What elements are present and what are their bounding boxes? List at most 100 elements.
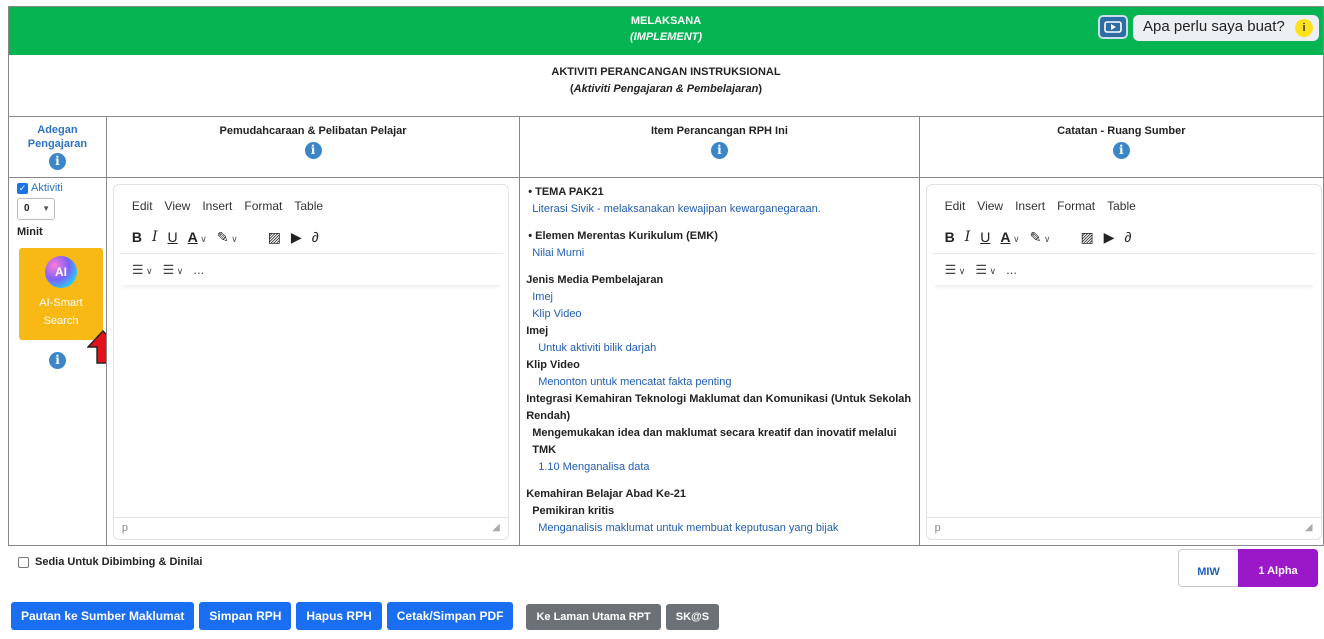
underline-icon[interactable]: U bbox=[980, 229, 990, 245]
minute-select[interactable]: 0 ▼ bbox=[17, 198, 55, 220]
info-icon[interactable]: i bbox=[49, 352, 66, 369]
rph-item: Imej bbox=[532, 291, 553, 303]
minit-label: Minit bbox=[17, 226, 43, 238]
section-heading: AKTIVITI PERANCANGAN INSTRUKSIONAL bbox=[551, 66, 781, 78]
rph-items-cell: • TEMA PAK21 Literasi Sivik - melaksanaka… bbox=[520, 178, 920, 545]
section-title: AKTIVITI PERANCANGAN INSTRUKSIONAL (Akti… bbox=[9, 55, 1323, 117]
col-catatan: Catatan - Ruang Sumber i bbox=[920, 117, 1323, 177]
menu-format[interactable]: Format bbox=[244, 199, 282, 223]
laman-utama-button[interactable]: Ke Laman Utama RPT bbox=[526, 604, 661, 630]
col-adegan-label-1: Adegan bbox=[37, 124, 78, 136]
bold-icon[interactable]: B bbox=[132, 229, 142, 245]
menu-table[interactable]: Table bbox=[1107, 199, 1136, 223]
main-panel: MELAKSANA (IMPLEMENT) Apa perlu saya bua… bbox=[8, 6, 1324, 546]
media-icon[interactable]: ▶ bbox=[1104, 229, 1115, 246]
image-icon[interactable]: ▨ bbox=[268, 229, 281, 246]
help-info-icon: i bbox=[1295, 19, 1313, 37]
paren-close: ) bbox=[758, 83, 762, 95]
editor-toolbar: B I U A ∨ ✎ ∨ ▨ ▶ ∂ bbox=[114, 223, 508, 251]
menu-format[interactable]: Format bbox=[1057, 199, 1095, 223]
rph-item: • Elemen Merentas Kurikulum (EMK) bbox=[528, 230, 718, 242]
menu-edit[interactable]: Edit bbox=[132, 199, 153, 223]
info-icon[interactable]: i bbox=[48, 153, 66, 170]
video-icon bbox=[1104, 21, 1122, 33]
editor-toolbar-2: ☰ ∨ ☰ ∨ ... bbox=[119, 253, 502, 285]
element-path: p bbox=[934, 522, 941, 534]
aktiviti-label: Aktiviti bbox=[31, 182, 63, 194]
simpan-rph-button[interactable]: Simpan RPH bbox=[199, 602, 292, 630]
numbered-list-icon[interactable]: ☰ ∨ bbox=[132, 262, 153, 278]
menu-edit[interactable]: Edit bbox=[945, 199, 966, 223]
underline-icon[interactable]: U bbox=[168, 229, 178, 245]
resize-handle-icon[interactable]: ◢ bbox=[492, 522, 500, 533]
more-icon[interactable]: ... bbox=[193, 262, 204, 277]
rph-item: Jenis Media Pembelajaran bbox=[526, 274, 664, 286]
rph-item: Kemahiran Belajar Abad Ke-21 bbox=[526, 488, 686, 500]
rph-item: • TEMA PAK21 bbox=[528, 186, 604, 198]
rph-item: Nilai Murni bbox=[532, 247, 585, 259]
link-icon[interactable]: ∂ bbox=[1124, 229, 1131, 245]
editor-statusbar: p ◢ bbox=[926, 517, 1321, 539]
info-icon[interactable]: i bbox=[1112, 142, 1130, 159]
video-button[interactable] bbox=[1098, 15, 1128, 39]
italic-icon[interactable]: I bbox=[965, 229, 971, 245]
rph-item: Pemikiran kritis bbox=[532, 505, 615, 517]
editor-menubar: Edit View Insert Format Table bbox=[114, 185, 508, 223]
skas-button[interactable]: SK@S bbox=[665, 604, 720, 630]
red-arrow-icon bbox=[87, 330, 106, 364]
menu-view[interactable]: View bbox=[165, 199, 191, 223]
menu-table[interactable]: Table bbox=[294, 199, 323, 223]
col-item-rph-label: Item Perancangan RPH Ini bbox=[650, 125, 788, 137]
checkbox-checked-icon: ✓ bbox=[17, 182, 28, 194]
tab-miw[interactable]: MIW bbox=[1178, 549, 1238, 587]
col-pemudahcaraan: Pemudahcaraan & Pelibatan Pelajar i bbox=[107, 117, 521, 177]
text-color-icon[interactable]: A ∨ bbox=[1000, 229, 1019, 245]
pautan-button[interactable]: Pautan ke Sumber Maklumat bbox=[11, 602, 195, 630]
phase-header: MELAKSANA (IMPLEMENT) Apa perlu saya bua… bbox=[9, 7, 1323, 55]
cetak-pdf-button[interactable]: Cetak/Simpan PDF bbox=[386, 602, 514, 630]
ai-smart-search-button[interactable]: AI AI-Smart Search bbox=[19, 248, 103, 340]
info-icon[interactable]: i bbox=[304, 142, 322, 159]
menu-view[interactable]: View bbox=[977, 199, 1003, 223]
rich-text-editor-notes[interactable]: Edit View Insert Format Table B I U A ∨ … bbox=[925, 184, 1322, 540]
bullet-list-icon[interactable]: ☰ ∨ bbox=[975, 262, 996, 278]
help-button[interactable]: Apa perlu saya buat? i bbox=[1133, 15, 1319, 41]
section-subtitle: Aktiviti Pengajaran & Pembelajaran bbox=[573, 83, 759, 95]
rph-item: Menonton untuk mencatat fakta penting bbox=[538, 376, 732, 388]
rph-item: Klip Video bbox=[526, 359, 580, 371]
menu-insert[interactable]: Insert bbox=[1015, 199, 1045, 223]
numbered-list-icon[interactable]: ☰ ∨ bbox=[945, 262, 966, 278]
info-icon[interactable]: i bbox=[710, 142, 728, 159]
pemudahcaraan-cell: Edit View Insert Format Table B I U A ∨ … bbox=[107, 178, 521, 545]
highlight-icon[interactable]: ✎ ∨ bbox=[217, 229, 238, 246]
rph-item-list: • TEMA PAK21 Literasi Sivik - melaksanaka… bbox=[526, 184, 918, 537]
bullet-list-icon[interactable]: ☰ ∨ bbox=[163, 262, 184, 278]
italic-icon[interactable]: I bbox=[152, 229, 158, 245]
rich-text-editor[interactable]: Edit View Insert Format Table B I U A ∨ … bbox=[112, 184, 509, 540]
bold-icon[interactable]: B bbox=[945, 229, 955, 245]
col-item-rph: Item Perancangan RPH Ini i bbox=[520, 117, 920, 177]
ready-label: Sedia Untuk Dibimbing & Dinilai bbox=[35, 556, 203, 568]
menu-insert[interactable]: Insert bbox=[202, 199, 232, 223]
text-color-icon[interactable]: A ∨ bbox=[188, 229, 207, 245]
tab-alpha[interactable]: 1 Alpha bbox=[1238, 549, 1318, 587]
chevron-down-icon: ▼ bbox=[42, 204, 50, 213]
editor-toolbar-2: ☰ ∨ ☰ ∨ ... bbox=[932, 253, 1315, 285]
highlight-icon[interactable]: ✎ ∨ bbox=[1030, 229, 1051, 246]
col-catatan-label: Catatan - Ruang Sumber bbox=[1057, 125, 1186, 137]
ready-checkbox[interactable]: Sedia Untuk Dibimbing & Dinilai bbox=[18, 556, 202, 568]
image-icon[interactable]: ▨ bbox=[1080, 229, 1093, 246]
element-path: p bbox=[121, 522, 128, 534]
hapus-rph-button[interactable]: Hapus RPH bbox=[296, 602, 382, 630]
col-adegan: Adegan Pengajaran i bbox=[9, 117, 107, 177]
more-icon[interactable]: ... bbox=[1006, 262, 1017, 277]
section-subheading: (Aktiviti Pengajaran & Pembelajaran) bbox=[9, 81, 1323, 98]
column-headers: Adegan Pengajaran i Pemudahcaraan & Peli… bbox=[9, 117, 1323, 178]
link-icon[interactable]: ∂ bbox=[312, 229, 319, 245]
media-icon[interactable]: ▶ bbox=[291, 229, 302, 246]
resize-handle-icon[interactable]: ◢ bbox=[1305, 522, 1313, 533]
aktiviti-checkbox[interactable]: ✓ Aktiviti bbox=[17, 182, 106, 194]
rph-item: Mengemukakan idea dan maklumat secara kr… bbox=[532, 427, 897, 456]
